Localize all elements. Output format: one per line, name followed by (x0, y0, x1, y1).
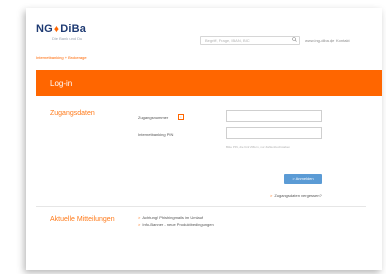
page-card: NG♦DiBa Die Bank und Du Begriff, Frage, … (26, 8, 382, 270)
section-divider (36, 206, 366, 207)
pin-label: Internetbanking PIN (138, 132, 174, 137)
header-link-website[interactable]: www.ing-diba.de (305, 38, 334, 43)
arrow-right-icon: > (138, 215, 141, 220)
pin-hint: Bitte PIN, die fünf Ziffern, nur Zahlenb… (226, 145, 291, 149)
arrow-right-icon: > (270, 193, 273, 198)
login-button[interactable]: > Anmelden (284, 174, 322, 184)
forgot-credentials-link[interactable]: > Zugangsdaten vergessen? (270, 193, 322, 198)
news-item[interactable]: > Info-Banner - neue Produktbedingungen (138, 222, 214, 227)
news-item[interactable]: > Achtung! Phishingmails im Umlauf (138, 215, 203, 220)
search-placeholder: Begriff, Frage, IBAN, BIC (205, 38, 250, 43)
pin-field[interactable] (226, 127, 322, 139)
search-icon[interactable] (292, 37, 297, 42)
search-input[interactable]: Begriff, Frage, IBAN, BIC (200, 36, 300, 45)
account-number-label: Zugangsnummer (138, 115, 169, 120)
info-icon[interactable]: i (178, 114, 184, 120)
arrow-right-icon: > (138, 222, 141, 227)
brand-name-right: DiBa (60, 23, 87, 35)
news-item-label: Achtung! Phishingmails im Umlauf (142, 215, 204, 220)
page-title: Log-in (50, 79, 73, 88)
account-number-field[interactable] (226, 110, 322, 122)
header-link-contact[interactable]: Kontakt (336, 38, 350, 43)
brand-name-left: NG (36, 23, 53, 35)
brand-logo[interactable]: NG♦DiBa (36, 23, 86, 35)
login-banner: Log-in (36, 70, 382, 96)
lion-icon: ♦ (53, 24, 60, 35)
forgot-credentials-label: Zugangsdaten vergessen? (274, 193, 322, 198)
credentials-section-title: Zugangsdaten (50, 110, 95, 117)
header-separator: | (331, 38, 333, 43)
breadcrumb[interactable]: Internetbanking + Brokerage (36, 55, 87, 60)
news-section-title: Aktuelle Mitteilungen (50, 216, 115, 223)
news-item-label: Info-Banner - neue Produktbedingungen (142, 222, 214, 227)
brand-tagline: Die Bank und Du (52, 36, 83, 41)
